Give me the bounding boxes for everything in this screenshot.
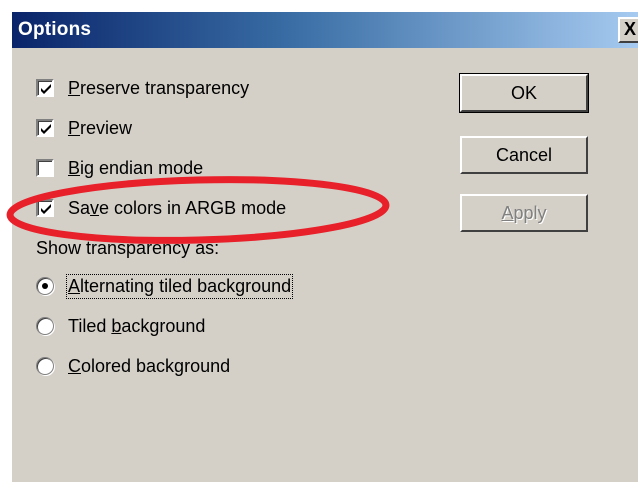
options-dialog: Options X Preserve transparency Preview …: [10, 10, 638, 482]
titlebar[interactable]: Options X: [12, 12, 638, 48]
radio-alternating-tiled[interactable]: Alternating tiled background: [36, 272, 294, 300]
preserve-transparency-label: Preserve transparency: [68, 77, 250, 98]
close-button[interactable]: X: [618, 17, 638, 43]
window-title: Options: [18, 19, 92, 40]
apply-button[interactable]: Apply: [460, 194, 588, 232]
radio-circle[interactable]: [36, 317, 54, 335]
transparency-heading: Show transparency as:: [36, 237, 220, 258]
checkmark-icon: [41, 124, 51, 134]
checkbox-box[interactable]: [36, 199, 54, 217]
radio-circle[interactable]: [36, 357, 54, 375]
close-icon: X: [623, 19, 636, 39]
radio-circle[interactable]: [36, 277, 54, 295]
cancel-button[interactable]: Cancel: [460, 136, 588, 174]
preview-label: Preview: [68, 117, 133, 138]
ok-button[interactable]: OK: [459, 73, 589, 113]
checkbox-box[interactable]: [36, 119, 54, 137]
tiled-label: Tiled background: [68, 315, 206, 336]
radio-colored[interactable]: Colored background: [36, 352, 230, 380]
preview-checkbox[interactable]: Preview: [36, 114, 132, 142]
save-argb-label: Save colors in ARGB mode: [68, 197, 287, 218]
save-argb-checkbox[interactable]: Save colors in ARGB mode: [36, 194, 286, 222]
preserve-transparency-checkbox[interactable]: Preserve transparency: [36, 74, 249, 102]
big-endian-label: Big endian mode: [68, 157, 204, 178]
checkmark-icon: [41, 204, 51, 214]
radio-tiled[interactable]: Tiled background: [36, 312, 205, 340]
checkbox-box[interactable]: [36, 79, 54, 97]
radio-selected-dot: [42, 283, 48, 289]
checkmark-icon: [41, 84, 51, 94]
apply-label: Apply: [501, 202, 547, 223]
big-endian-checkbox[interactable]: Big endian mode: [36, 154, 203, 182]
alternating-tiled-label: Alternating tiled background: [65, 273, 294, 299]
colored-label: Colored background: [68, 355, 231, 376]
checkbox-box[interactable]: [36, 159, 54, 177]
